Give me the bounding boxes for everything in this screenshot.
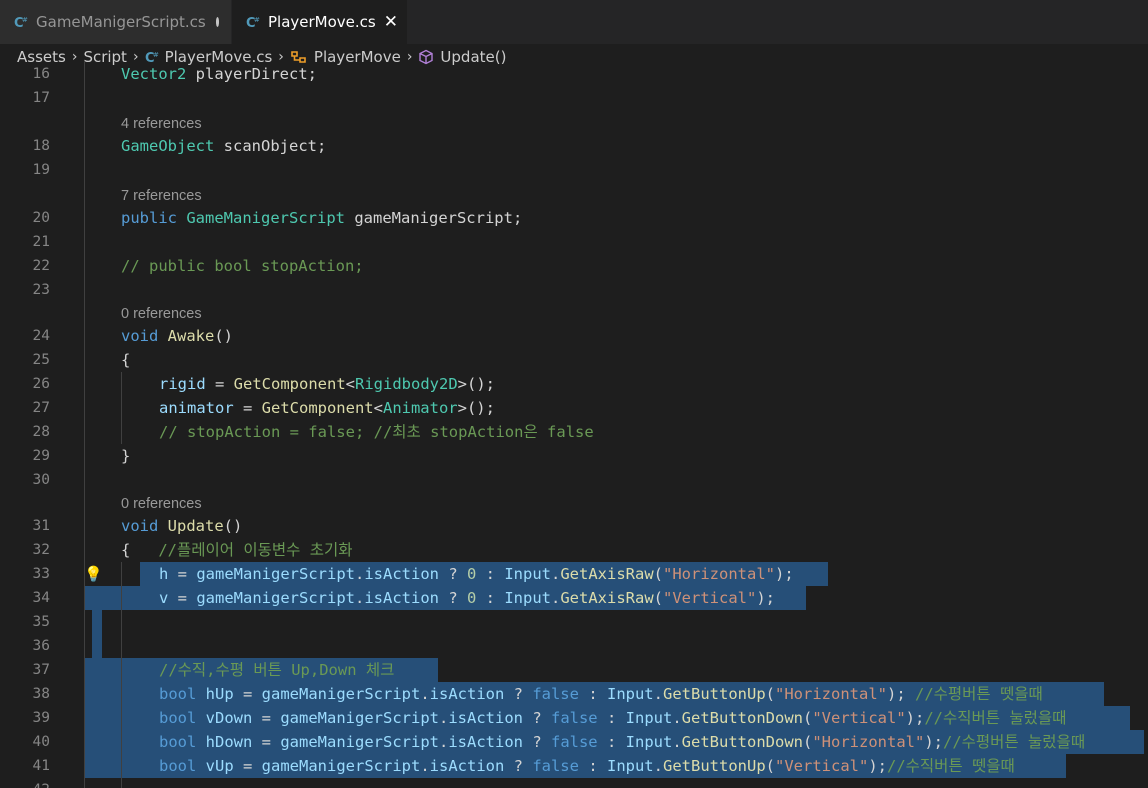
code-line-31: void Update() xyxy=(121,517,243,535)
tab-playermove[interactable]: C # PlayerMove.cs ✕ xyxy=(232,0,408,44)
tab-label: GameManigerScript.cs xyxy=(36,13,206,31)
line-number: 38 xyxy=(32,686,50,702)
line-number: 36 xyxy=(32,638,50,654)
tab-label: PlayerMove.cs xyxy=(268,13,376,31)
line-number: 32 xyxy=(32,542,50,558)
line-number: 20 xyxy=(32,210,50,226)
close-icon[interactable]: ✕ xyxy=(384,13,398,31)
codelens-references[interactable]: 0 references xyxy=(121,492,202,516)
line-number: 19 xyxy=(32,162,50,178)
line-number: 37 xyxy=(32,662,50,678)
code-line-38: bool hUp = gameManigerScript.isAction ? … xyxy=(159,685,1043,703)
code-line-25: { xyxy=(121,351,131,369)
line-number: 26 xyxy=(32,376,50,392)
code-line-41: bool vUp = gameManigerScript.isAction ? … xyxy=(159,757,1015,775)
line-number: 23 xyxy=(32,282,50,298)
line-number: 24 xyxy=(32,328,50,344)
code-line-33: h = gameManigerScript.isAction ? 0 : Inp… xyxy=(159,565,794,583)
code-line-20: public GameManigerScript gameManigerScri… xyxy=(121,209,523,227)
line-number: 22 xyxy=(32,258,50,274)
line-number: 41 xyxy=(32,758,50,774)
code-line-26: rigid = GetComponent<Rigidbody2D>(); xyxy=(159,375,495,393)
line-number: 17 xyxy=(32,90,50,106)
line-number: 34 xyxy=(32,590,50,606)
code-editor[interactable]: 16 Vector2 playerDirect; 17 4 references… xyxy=(0,62,1148,788)
line-number: 35 xyxy=(32,614,50,630)
code-line-22: // public bool stopAction; xyxy=(121,257,364,275)
code-line-34: v = gameManigerScript.isAction ? 0 : Inp… xyxy=(159,589,776,607)
line-number: 29 xyxy=(32,448,50,464)
code-line-27: animator = GetComponent<Animator>(); xyxy=(159,399,495,417)
svg-text:#: # xyxy=(153,51,159,59)
csharp-file-icon: C # xyxy=(246,15,260,29)
code-line-39: bool vDown = gameManigerScript.isAction … xyxy=(159,709,1067,727)
line-number: 40 xyxy=(32,734,50,750)
line-number: 25 xyxy=(32,352,50,368)
codelens-references[interactable]: 0 references xyxy=(121,302,202,326)
line-number: 30 xyxy=(32,472,50,488)
code-line-37: //수직,수평 버튼 Up,Down 체크 xyxy=(159,661,395,679)
tab-bar: C # GameManigerScript.cs C # PlayerMove.cs… xyxy=(0,0,1148,44)
lightbulb-icon[interactable]: 💡 xyxy=(84,562,103,586)
code-line-40: bool hDown = gameManigerScript.isAction … xyxy=(159,733,1086,751)
line-number: 18 xyxy=(32,138,50,154)
codelens-references[interactable]: 4 references xyxy=(121,112,202,136)
csharp-file-icon: C # xyxy=(14,15,28,29)
unsaved-dot-icon xyxy=(215,17,219,27)
svg-text:#: # xyxy=(254,16,260,24)
line-number: 27 xyxy=(32,400,50,416)
svg-text:#: # xyxy=(22,16,28,24)
line-number: 16 xyxy=(32,66,50,82)
code-line-24: void Awake() xyxy=(121,327,234,345)
code-line-18: GameObject scanObject; xyxy=(121,137,327,155)
line-number: 33 xyxy=(32,566,50,582)
tab-gamemanigerscript[interactable]: C # GameManigerScript.cs xyxy=(0,0,232,44)
code-line-28: // stopAction = false; //최초 stopAction은 … xyxy=(159,423,594,441)
line-number: 28 xyxy=(32,424,50,440)
line-number: 21 xyxy=(32,234,50,250)
code-line-16: Vector2 playerDirect; xyxy=(121,65,317,83)
code-line-29: } xyxy=(121,447,131,465)
codelens-references[interactable]: 7 references xyxy=(121,184,202,208)
line-number: 42 xyxy=(0,778,50,788)
line-number: 39 xyxy=(32,710,50,726)
code-line-32: { //플레이어 이동변수 초기화 xyxy=(121,541,353,559)
line-number: 31 xyxy=(32,518,50,534)
